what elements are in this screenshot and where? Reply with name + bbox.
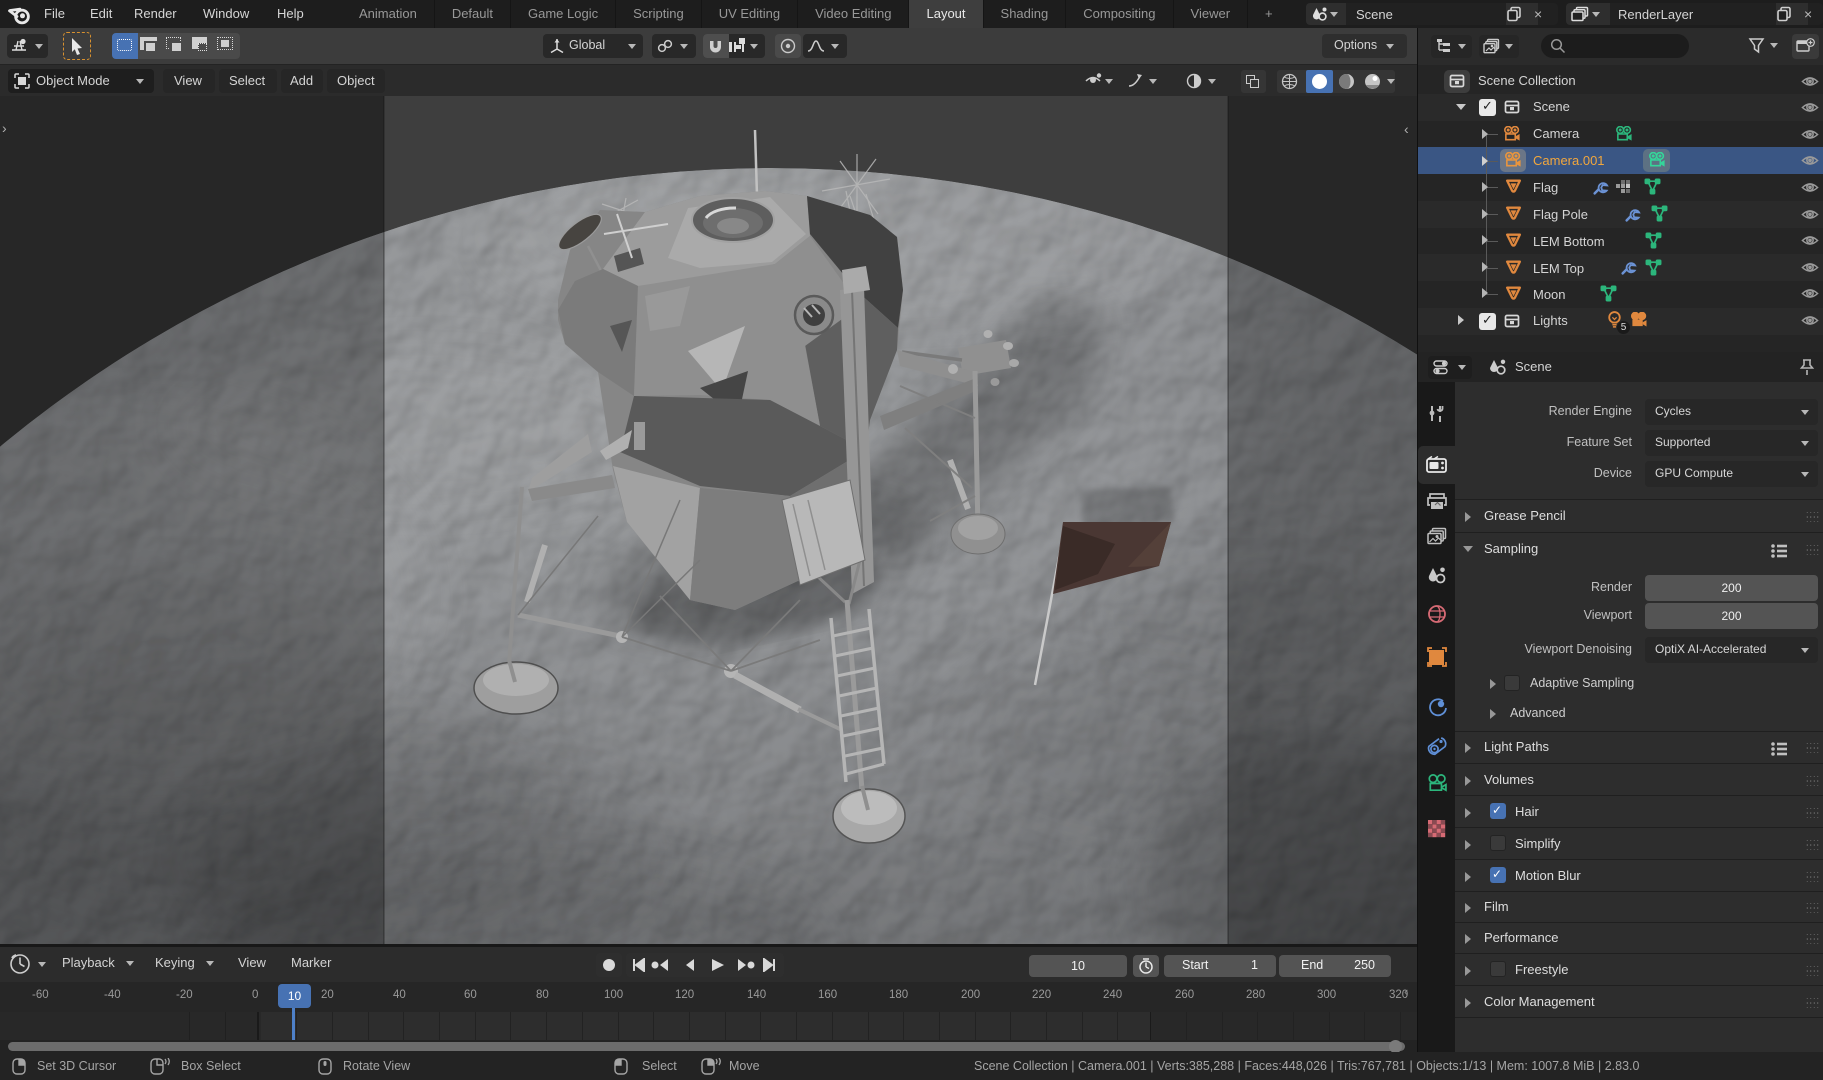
svg-text:›: › <box>2 120 7 136</box>
svg-text:‹: ‹ <box>1404 121 1409 137</box>
